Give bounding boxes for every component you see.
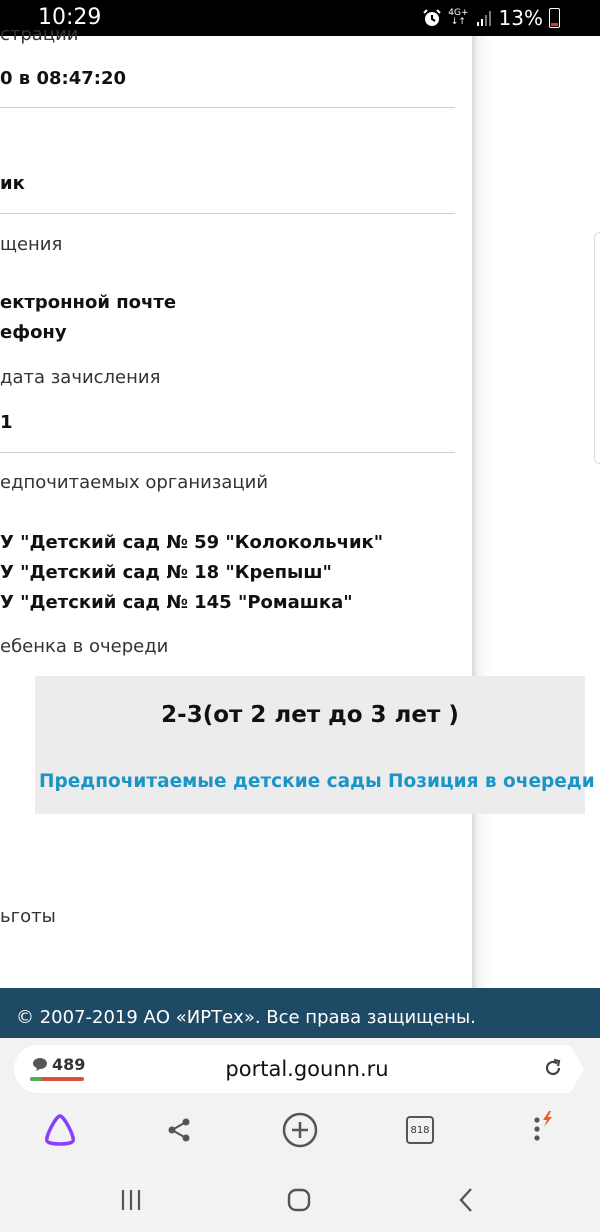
back-icon (459, 1188, 472, 1212)
preferred-kindergartens-link[interactable]: Предпочитаемые детские сады (39, 771, 382, 792)
divider (0, 107, 455, 108)
drawer-shadow (472, 36, 600, 988)
site-footer: © 2007-2019 АО «ИРТех». Все права защище… (0, 988, 600, 1038)
battery-icon (549, 8, 560, 28)
back-button[interactable] (446, 1182, 486, 1218)
divider (0, 213, 455, 214)
age-group-popup: 2-3(от 2 лет до 3 лет ) Предпочитаемые д… (35, 676, 595, 814)
notification-label: щения (0, 234, 63, 255)
application-details: страции 0 в 08:47:20 ик щения ектронной … (0, 24, 472, 988)
preferred-org-item: У "Детский сад № 59 "Колокольчик" (0, 532, 384, 553)
network-type: 4G+ ↓↑ (448, 8, 469, 27)
status-icons: 4G+ ↓↑ 13% (422, 6, 560, 30)
age-group-title: 2-3(от 2 лет до 3 лет ) (161, 702, 459, 728)
queue-position-label: ебенка в очереди (0, 636, 169, 657)
alice-icon (45, 1114, 75, 1146)
tabs-icon: 818 (406, 1116, 434, 1144)
status-value: ик (0, 173, 25, 194)
recent-apps-icon (121, 1190, 141, 1210)
share-button[interactable] (157, 1108, 201, 1152)
enrollment-date-label: дата зачисления (0, 367, 161, 388)
new-tab-button[interactable] (278, 1108, 322, 1152)
browser-bar: 489 portal.gounn.ru 818 (0, 1038, 600, 1166)
divider (0, 452, 455, 453)
benefits-label: ьготы (0, 906, 56, 927)
preferred-org-item: У "Детский сад № 18 "Крепыш" (0, 562, 332, 583)
browser-toolbar: 818 (0, 1104, 600, 1156)
system-navigation-bar (0, 1166, 600, 1232)
queue-position-link[interactable]: Позиция в очереди (388, 771, 595, 792)
signal-icon (476, 11, 491, 26)
plus-icon (282, 1112, 318, 1148)
enrollment-date-value: 1 (0, 412, 13, 433)
menu-button[interactable] (520, 1108, 564, 1152)
copyright-text: © 2007-2019 АО «ИРТех». Все права защище… (16, 1007, 476, 1028)
battery-percent: 13% (498, 6, 543, 30)
preferred-orgs-label: едпочитаемых организаций (0, 472, 269, 493)
home-icon (287, 1188, 311, 1212)
recent-apps-button[interactable] (111, 1182, 151, 1218)
background-card-edge (594, 232, 600, 464)
reload-icon[interactable] (542, 1057, 564, 1079)
registration-date-label: страции (0, 24, 79, 45)
alarm-icon (423, 9, 442, 26)
tabs-button[interactable]: 818 (398, 1108, 442, 1152)
registration-date-value: 0 в 08:47:20 (0, 68, 126, 89)
notification-phone: ефону (0, 322, 67, 343)
home-button[interactable] (279, 1182, 319, 1218)
menu-icon (534, 1111, 552, 1141)
notification-email: ектронной почте (0, 292, 177, 313)
share-icon (168, 1118, 190, 1142)
preferred-org-item: У "Детский сад № 145 "Ромашка" (0, 592, 353, 613)
address-bar[interactable]: 489 portal.gounn.ru (14, 1045, 584, 1093)
status-bar: 10:29 4G+ ↓↑ 13% (0, 0, 600, 36)
url-text[interactable]: portal.gounn.ru (14, 1057, 600, 1081)
alice-button[interactable] (38, 1108, 82, 1152)
